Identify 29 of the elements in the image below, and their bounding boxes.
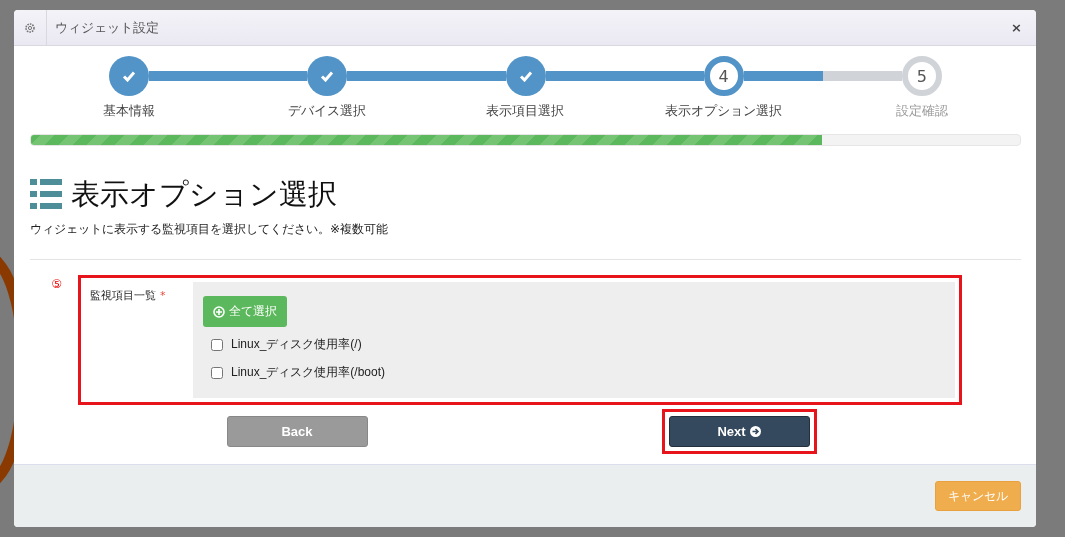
checkbox[interactable] [211,338,223,351]
page-heading: 表示オプション選択 [71,176,337,212]
step-label: 設定確認 [895,102,948,120]
description: ウィジェットに表示する監視項目を選択してください。※複数可能 [30,221,390,238]
select-all-button[interactable]: 全て選択 [203,296,287,327]
step-number: 5 [901,56,942,96]
step-number: 4 [703,56,744,96]
window-title: ウィジェット設定 [55,18,160,37]
next-button[interactable]: Next [668,416,810,447]
close-button[interactable]: × [1011,20,1022,35]
checkbox[interactable] [211,366,223,379]
list-icon [30,179,62,209]
cancel-button[interactable]: キャンセル [935,481,1021,511]
plus-circle-icon [213,305,225,318]
check-icon [122,70,137,82]
back-button[interactable]: Back [226,416,368,447]
gear-icon [24,21,36,34]
check-icon [518,70,533,82]
check-icon [320,70,335,82]
step-label: 基本情報 [103,102,156,120]
option-label: Linux_ディスク使用率(/boot) [231,364,386,381]
required-mark: * [160,289,166,302]
field-label: 監視項目一覧 [90,289,156,302]
annotation-number: ⑤ [50,277,62,291]
arrow-right-icon [749,426,761,437]
step-label: デバイス選択 [288,102,367,120]
step-label: 表示項目選択 [486,102,565,120]
step-label: 表示オプション選択 [665,102,783,120]
option-label: Linux_ディスク使用率(/) [231,336,362,353]
